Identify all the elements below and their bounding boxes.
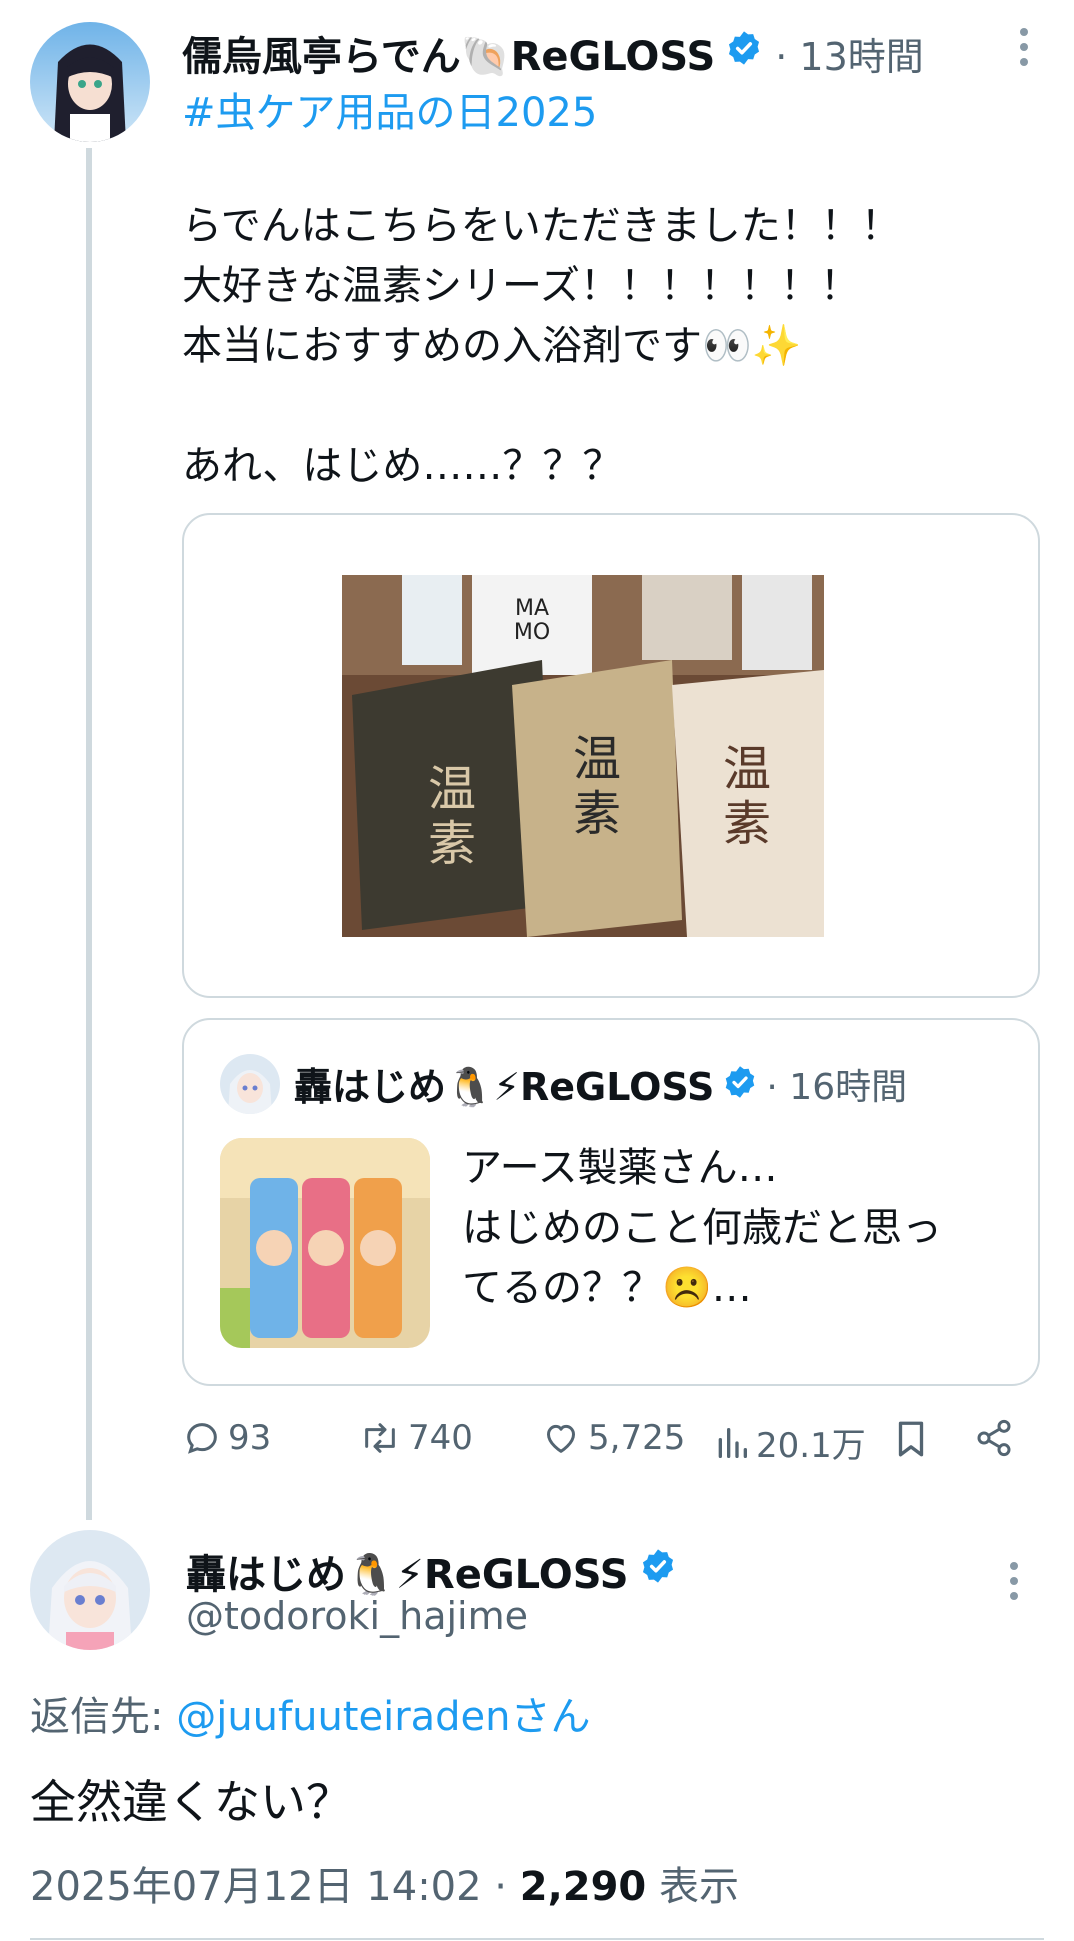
bookmark-button[interactable] <box>892 1418 930 1460</box>
quote-text: アース製薬さん… はじめのこと何歳だと思っ てるの？？☹️… <box>462 1138 942 1318</box>
more-options-icon[interactable] <box>1008 1562 1020 1600</box>
reply-handle[interactable]: @todoroki_hajime <box>186 1594 528 1638</box>
reply-date[interactable]: 2025年07月12日 14:02 · <box>30 1864 520 1910</box>
media-card[interactable]: MA MO 温 素 温 素 温 素 <box>182 513 1040 998</box>
tweet-time[interactable]: · 13時間 <box>775 26 924 81</box>
reply-views-label: 表示 <box>646 1864 739 1910</box>
share-icon <box>977 1419 1011 1457</box>
reply-to-label: 返信先: <box>30 1694 177 1740</box>
reply-text: 全然違くない？ <box>30 1775 352 1829</box>
reply-footer: 2025年07月12日 14:02 · 2,290 表示 <box>30 1854 739 1912</box>
quote-thumbnail <box>220 1138 430 1348</box>
reply-to-handle[interactable]: @juufuuteiradenさん <box>176 1694 590 1740</box>
bottom-divider <box>30 1938 1044 1940</box>
tweet-text-line <box>182 376 982 436</box>
svg-text:温: 温 <box>573 731 621 787</box>
reply-icon <box>187 1423 217 1454</box>
hashtag-link[interactable]: #虫ケア用品の日2025 <box>182 80 597 138</box>
tweet-text-line: らでんはこちらをいただきました！！！ <box>182 203 901 249</box>
thread-line <box>86 148 92 1520</box>
views-button[interactable]: 20.1万 <box>714 1418 866 1467</box>
svg-text:素: 素 <box>573 786 621 842</box>
svg-text:MO: MO <box>514 620 550 645</box>
quoted-tweet-card[interactable]: 轟はじめ🐧⚡ReGLOSS · 16時間 アース製薬さん… はじめのこと何歳だと… <box>182 1018 1040 1386</box>
tweet-text-line: あれ、はじめ……？？？ <box>182 443 623 489</box>
tweet-text-line: 大好きな温素シリーズ！！！！！！！ <box>182 263 860 309</box>
views-icon <box>718 1427 747 1458</box>
svg-text:温: 温 <box>428 761 476 817</box>
quote-text-line: てるの？？☹️… <box>462 1265 752 1311</box>
reply-author-name[interactable]: 轟はじめ🐧⚡ReGLOSS <box>186 1542 677 1600</box>
share-button[interactable] <box>974 1418 1014 1458</box>
reply-views-count: 2,290 <box>519 1864 647 1910</box>
quote-time: · 16時間 <box>766 1066 908 1108</box>
avatar-hajime[interactable] <box>30 1530 150 1650</box>
verified-badge-icon <box>725 29 763 77</box>
like-count: 5,725 <box>588 1418 686 1458</box>
quote-author-name: 轟はじめ🐧⚡ReGLOSS <box>294 1065 715 1109</box>
quote-header: 轟はじめ🐧⚡ReGLOSS · 16時間 <box>294 1056 907 1111</box>
like-button[interactable]: 5,725 <box>540 1418 685 1458</box>
avatar-raden[interactable] <box>30 22 150 142</box>
svg-text:素: 素 <box>428 816 476 872</box>
tweet-text-line: 本当におすすめの入浴剤です👀✨ <box>182 323 802 369</box>
quote-text-line: アース製薬さん… <box>462 1145 778 1191</box>
verified-badge-icon <box>639 1547 677 1595</box>
retweet-button[interactable]: 740 <box>358 1418 473 1458</box>
author-name-text[interactable]: 儒烏風亭らでん🐚ReGLOSS <box>182 24 715 82</box>
heart-icon <box>547 1424 575 1453</box>
reply-count: 93 <box>228 1418 272 1458</box>
quote-text-line: はじめのこと何歳だと思っ <box>462 1205 942 1251</box>
svg-text:MA: MA <box>515 596 549 621</box>
author-name[interactable]: 儒烏風亭らでん🐚ReGLOSS · 13時間 <box>182 24 924 82</box>
reply-button[interactable]: 93 <box>182 1418 271 1458</box>
tweet-text: らでんはこちらをいただきました！！！ 大好きな温素シリーズ！！！！！！！ 本当に… <box>182 196 982 496</box>
reply-author-name-text[interactable]: 轟はじめ🐧⚡ReGLOSS <box>186 1542 629 1600</box>
svg-text:素: 素 <box>723 796 771 852</box>
svg-text:温: 温 <box>723 741 771 797</box>
bookmark-icon <box>898 1421 924 1457</box>
retweet-count: 740 <box>408 1418 473 1458</box>
views-count: 20.1万 <box>756 1426 866 1466</box>
reply-to-line: 返信先: @juufuuteiradenさん <box>30 1684 591 1742</box>
verified-badge-icon <box>722 1064 758 1104</box>
product-photo[interactable]: MA MO 温 素 温 素 温 素 <box>342 575 824 937</box>
more-options-icon[interactable] <box>1018 28 1030 66</box>
quote-avatar <box>220 1054 280 1114</box>
retweet-icon <box>365 1423 395 1453</box>
